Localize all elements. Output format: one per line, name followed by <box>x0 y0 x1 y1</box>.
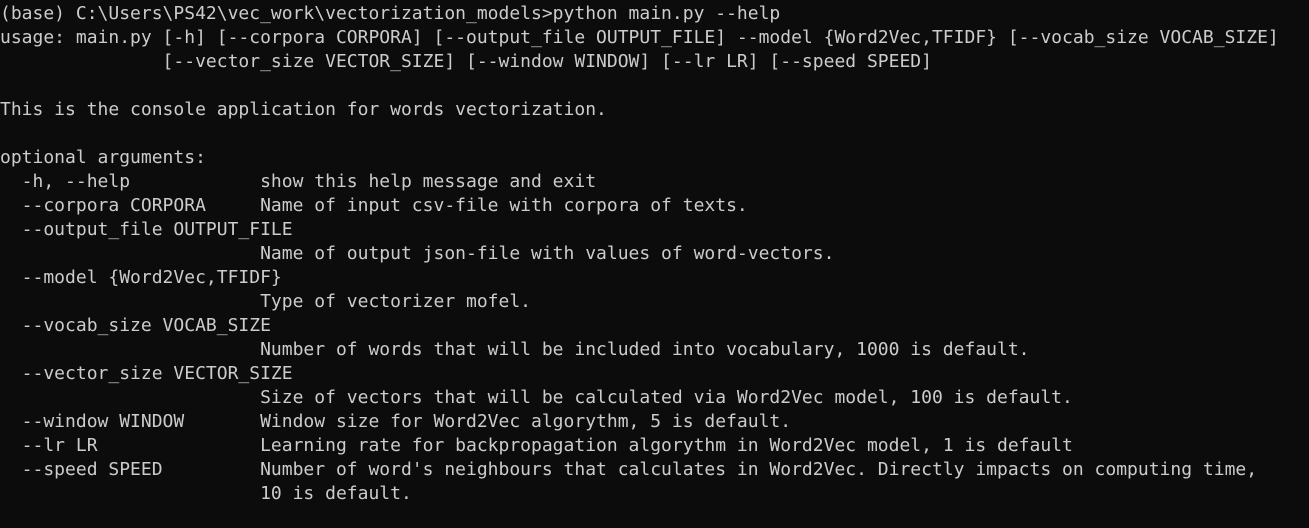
output-file-arg-line: --output_file OUTPUT_FILE <box>0 219 293 240</box>
description-line: This is the console application for word… <box>0 99 607 120</box>
model-desc-line: Type of vectorizer mofel. <box>0 291 532 312</box>
window-arg-line: --window WINDOW Window size for Word2Vec… <box>0 411 792 432</box>
vector-size-desc-line: Size of vectors that will be calculated … <box>0 387 1073 408</box>
speed-desc-line: 10 is default. <box>0 483 412 504</box>
corpora-arg-line: --corpora CORPORA Name of input csv-file… <box>0 195 748 216</box>
vocab-size-desc-line: Number of words that will be included in… <box>0 339 1030 360</box>
lr-arg-line: --lr LR Learning rate for backpropagatio… <box>0 435 1073 456</box>
vector-size-arg-line: --vector_size VECTOR_SIZE <box>0 363 293 384</box>
help-arg-line: -h, --help show this help message and ex… <box>0 171 597 192</box>
terminal-window[interactable]: (base) C:\Users\PS42\vec_work\vectorizat… <box>0 0 1309 528</box>
usage-line-2: [--vector_size VECTOR_SIZE] [--window WI… <box>0 51 932 72</box>
model-arg-line: --model {Word2Vec,TFIDF} <box>0 267 282 288</box>
prompt-command-line: (base) C:\Users\PS42\vec_work\vectorizat… <box>0 3 781 24</box>
output-file-desc-line: Name of output json-file with values of … <box>0 243 835 264</box>
usage-line-1: usage: main.py [-h] [--corpora CORPORA] … <box>0 27 1279 48</box>
speed-arg-line: --speed SPEED Number of word's neighbour… <box>0 459 1258 480</box>
section-heading: optional arguments: <box>0 147 206 168</box>
vocab-size-arg-line: --vocab_size VOCAB_SIZE <box>0 315 271 336</box>
